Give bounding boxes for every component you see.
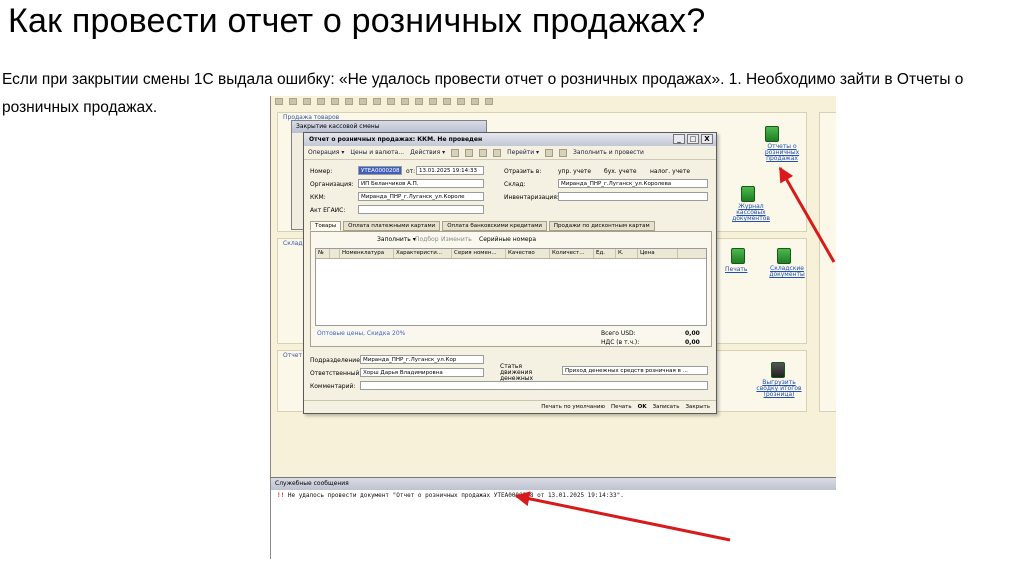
col-header: Ед. xyxy=(594,249,616,258)
link-warehouse-docs[interactable]: Складские документы xyxy=(767,266,807,278)
responsible-field[interactable]: Хорш Дарья Владимировна xyxy=(360,368,484,377)
inventory-field[interactable] xyxy=(558,192,708,201)
responsible-label: Ответственный: xyxy=(310,370,362,377)
window-bottom-bar: Печать по умолчанию Печать OK Записать З… xyxy=(304,400,716,413)
number-label: Номер: xyxy=(310,168,333,175)
fill-post-button[interactable]: Заполнить и провести xyxy=(573,149,644,156)
goods-tab-pane: Заполнить ▾ Подбор Изменить Серийные ном… xyxy=(310,231,712,347)
inventory-label: Инвентаризация: xyxy=(504,194,559,201)
toolbar-icon[interactable] xyxy=(493,148,502,157)
prices-button[interactable]: Цены и валюта... xyxy=(350,149,404,156)
toolbar-icon[interactable] xyxy=(479,148,488,157)
warehouse-field[interactable]: Миранда_ПНР_г.Луганск_ул.Королева xyxy=(558,179,708,188)
unload-icon xyxy=(771,362,785,378)
toolbar-icon[interactable] xyxy=(545,148,554,157)
close-button[interactable]: X xyxy=(701,134,713,144)
number-field[interactable]: УТЕА0000208 xyxy=(358,166,402,175)
window-toolbar: Операция ▾ Цены и валюта... Действия ▾ П… xyxy=(304,146,716,160)
vat-label: НДС (в т.ч.): xyxy=(601,339,640,346)
toolbar-icon[interactable] xyxy=(559,148,568,157)
col-header: Качество xyxy=(506,249,550,258)
col-header: № xyxy=(316,249,330,258)
org-label: Организация: xyxy=(310,181,354,188)
document-tabs: Товары Оплата платежными картами Оплата … xyxy=(310,221,655,231)
kkm-field[interactable]: Миранда_ПНР_г.Луганск_ул.Короле xyxy=(358,192,484,201)
goods-table-header: № Номенклатура Характеристи... Серия ном… xyxy=(316,249,706,259)
link-cash-journal[interactable]: Журнал кассовых документов xyxy=(729,204,773,222)
tab-goods[interactable]: Товары xyxy=(310,221,342,231)
tab-card-payments[interactable]: Оплата платежными картами xyxy=(343,221,441,231)
main-toolbar xyxy=(271,96,721,108)
slide-title: Как провести отчет о розничных продажах? xyxy=(8,2,706,40)
goods-table[interactable]: № Номенклатура Характеристи... Серия ном… xyxy=(315,248,707,326)
operation-menu[interactable]: Операция ▾ xyxy=(308,149,344,156)
warehouse-docs-icon xyxy=(777,248,791,264)
service-messages-header: Служебные сообщения xyxy=(271,478,836,490)
reflect-mgmt-checkbox[interactable]: упр. учете xyxy=(558,168,591,175)
print-icon xyxy=(731,248,745,264)
col-header: Серия номен... xyxy=(452,249,506,258)
cash-journal-icon xyxy=(741,186,755,202)
grid-fill-button[interactable]: Заполнить ▾ xyxy=(377,236,416,243)
error-message-text: Не удалось провести документ "Отчет о ро… xyxy=(287,492,624,499)
section-warehouse-label: Склад xyxy=(283,240,303,247)
col-header: Характеристи... xyxy=(394,249,452,258)
egais-field[interactable] xyxy=(358,205,484,214)
price-note: Оптовые цены, Скидка 20% xyxy=(317,330,406,337)
egais-label: Акт ЕГАИС: xyxy=(310,207,346,214)
tab-discount-cards[interactable]: Продажи по дисконтным картам xyxy=(548,221,655,231)
vat-value: 0,00 xyxy=(685,339,700,346)
date-field[interactable]: 13.01.2025 19:14:33 xyxy=(416,166,484,175)
total-value: 0,00 xyxy=(685,330,700,337)
minimize-button[interactable]: _ xyxy=(673,134,685,144)
reflect-label: Отразить в: xyxy=(504,168,542,175)
window-title-text: Отчет о розничных продажах: ККМ. Не пров… xyxy=(309,136,483,143)
reports-icon xyxy=(765,126,779,142)
right-panel xyxy=(819,112,836,412)
actions-menu[interactable]: Действия ▾ xyxy=(410,149,445,156)
ok-button[interactable]: OK xyxy=(638,404,647,410)
col-header: Цена xyxy=(638,249,678,258)
division-label: Подразделение: xyxy=(310,357,362,364)
comment-field[interactable] xyxy=(360,381,708,390)
print-button[interactable]: Печать xyxy=(611,404,632,410)
grid-select-button[interactable]: Подбор xyxy=(415,236,439,243)
cash-flow-field[interactable]: Приход денежных средств розничная в ... xyxy=(562,366,708,375)
save-button[interactable]: Записать xyxy=(653,404,680,410)
warehouse-label: Склад: xyxy=(504,181,526,188)
screenshot-1c: Продажа товаров Склад Отчет Отчеты о роз… xyxy=(270,96,836,559)
retail-report-window: Отчет о розничных продажах: ККМ. Не пров… xyxy=(303,132,717,414)
org-field[interactable]: ИП Беланчиков А.П. xyxy=(358,179,484,188)
col-header: Номенклатура xyxy=(340,249,394,258)
window-title: Отчет о розничных продажах: ККМ. Не пров… xyxy=(304,133,716,146)
maximize-button[interactable]: □ xyxy=(687,134,699,144)
link-retail-reports[interactable]: Отчеты о розничных продажах xyxy=(757,144,807,162)
link-unload-summary[interactable]: Выгрузить сводку итогов (розница) xyxy=(751,380,807,398)
kkm-label: ККМ: xyxy=(310,194,326,201)
toolbar-icon[interactable] xyxy=(465,148,474,157)
col-header xyxy=(330,249,340,258)
division-field[interactable]: Миранда_ПНР_г.Луганск_ул.Кор xyxy=(360,355,484,364)
date-label: от: xyxy=(406,168,416,175)
grid-serials-button[interactable]: Серийные номера xyxy=(479,236,536,243)
grid-change-button[interactable]: Изменить xyxy=(441,236,472,243)
print-default-button[interactable]: Печать по умолчанию xyxy=(541,404,605,410)
toolbar-icon[interactable] xyxy=(451,148,460,157)
reflect-tax-checkbox[interactable]: налог. учете xyxy=(650,168,690,175)
service-messages-pane: Служебные сообщения !! Не удалось провес… xyxy=(271,477,836,559)
goto-menu[interactable]: Перейти ▾ xyxy=(507,149,539,156)
col-header: Количест... xyxy=(550,249,594,258)
error-marker-icon: !! xyxy=(277,492,285,499)
col-header: К. xyxy=(616,249,638,258)
tab-bank-credits[interactable]: Оплата банковскими кредитами xyxy=(442,221,547,231)
total-label: Всего USD: xyxy=(601,330,636,337)
reflect-acc-checkbox[interactable]: бух. учете xyxy=(604,168,637,175)
link-print[interactable]: Печать xyxy=(725,266,747,273)
comment-label: Комментарий: xyxy=(310,383,356,390)
window-controls: _ □ X xyxy=(673,134,713,144)
section-reports-label: Отчет xyxy=(283,352,302,359)
close-window-button[interactable]: Закрыть xyxy=(686,404,711,410)
error-message: !! Не удалось провести документ "Отчет о… xyxy=(271,490,836,501)
